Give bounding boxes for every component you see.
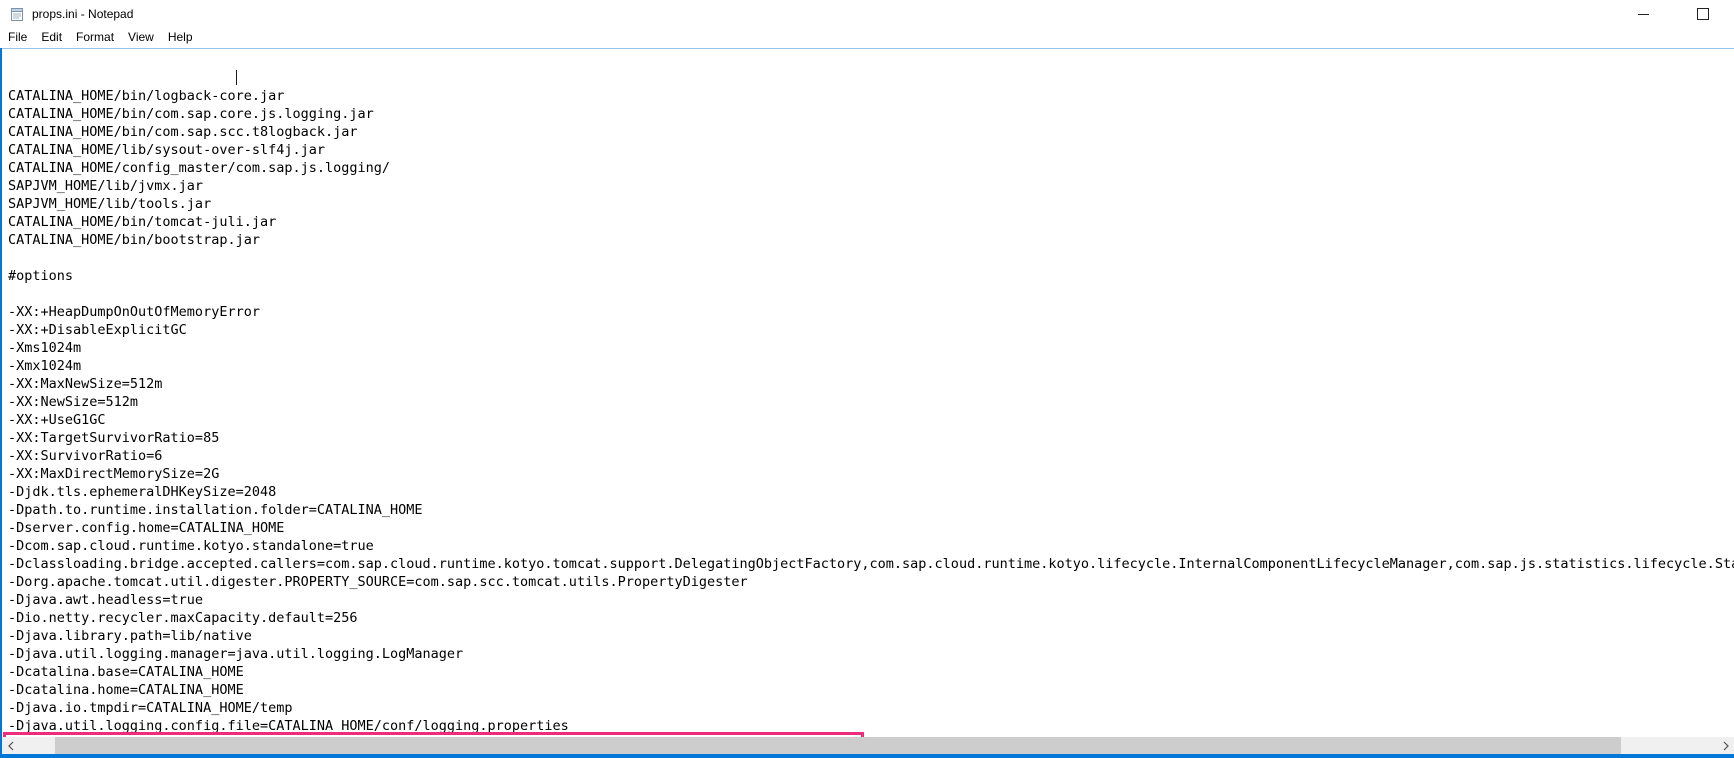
editor-line: -XX:+UseG1GC: [8, 411, 1734, 429]
chevron-right-icon: [1723, 741, 1729, 751]
title-bar: props.ini - Notepad: [0, 0, 1734, 28]
editor-line: -XX:+HeapDumpOnOutOfMemoryError: [8, 303, 1734, 321]
editor-line: CATALINA_HOME/config_master/com.sap.js.l…: [8, 159, 1734, 177]
menu-item-view[interactable]: View: [121, 28, 161, 48]
editor-line: -Dcatalina.base=CATALINA_HOME: [8, 663, 1734, 681]
menu-item-help[interactable]: Help: [161, 28, 200, 48]
editor-line: -Dserver.config.home=CATALINA_HOME: [8, 519, 1734, 537]
editor-line: -Dorg.apache.tomcat.util.digester.PROPER…: [8, 573, 1734, 591]
scrollbar-thumb[interactable]: [55, 737, 1621, 754]
editor-line: -XX:MaxNewSize=512m: [8, 375, 1734, 393]
menu-bar: File Edit Format View Help: [0, 28, 1734, 49]
editor-line: -Djava.io.tmpdir=CATALINA_HOME/temp: [8, 699, 1734, 717]
editor-lines: CATALINA_HOME/bin/logback-core.jarCATALI…: [8, 87, 1734, 737]
text-editor-area[interactable]: CATALINA_HOME/bin/logback-core.jarCATALI…: [2, 49, 1734, 737]
menu-item-edit[interactable]: Edit: [34, 28, 69, 48]
editor-line: CATALINA_HOME/lib/sysout-over-slf4j.jar: [8, 141, 1734, 159]
editor-line: -Djava.util.logging.manager=java.util.lo…: [8, 645, 1734, 663]
editor-line: CATALINA_HOME/bin/bootstrap.jar: [8, 231, 1734, 249]
editor-line: [8, 285, 1734, 303]
maximize-icon: [1697, 8, 1709, 20]
editor-line: -XX:NewSize=512m: [8, 393, 1734, 411]
notepad-icon: [9, 6, 25, 22]
window-left-border: [0, 48, 2, 758]
maximize-button[interactable]: [1680, 0, 1726, 28]
editor-line: -Dcatalina.home=CATALINA_HOME: [8, 681, 1734, 699]
window-title: props.ini - Notepad: [32, 7, 133, 21]
minimize-button[interactable]: [1620, 0, 1666, 28]
editor-line: -XX:TargetSurvivorRatio=85: [8, 429, 1734, 447]
editor-line: CATALINA_HOME/bin/com.sap.core.js.loggin…: [8, 105, 1734, 123]
horizontal-scrollbar[interactable]: [2, 737, 1734, 754]
minimize-icon: [1638, 14, 1649, 15]
editor-line: -Xms1024m: [8, 339, 1734, 357]
menu-item-file[interactable]: File: [1, 28, 34, 48]
chevron-left-icon: [8, 741, 14, 751]
editor-line: CATALINA_HOME/bin/logback-core.jar: [8, 87, 1734, 105]
editor-line: -Djdk.tls.ephemeralDHKeySize=2048: [8, 483, 1734, 501]
editor-line: #options: [8, 267, 1734, 285]
editor-line: -Dclassloading.bridge.accepted.callers=c…: [8, 555, 1734, 573]
scroll-left-button[interactable]: [2, 737, 19, 754]
editor-line: SAPJVM_HOME/lib/tools.jar: [8, 195, 1734, 213]
editor-line: -Dcom.sap.cloud.runtime.kotyo.standalone…: [8, 537, 1734, 555]
editor-line: -Dio.netty.recycler.maxCapacity.default=…: [8, 609, 1734, 627]
editor-line: CATALINA_HOME/bin/tomcat-juli.jar: [8, 213, 1734, 231]
menu-item-format[interactable]: Format: [69, 28, 121, 48]
editor-line: -Djava.library.path=lib/native: [8, 627, 1734, 645]
editor-line: SAPJVM_HOME/lib/jvmx.jar: [8, 177, 1734, 195]
editor-line: -Dpath.to.runtime.installation.folder=CA…: [8, 501, 1734, 519]
editor-line: -XX:+DisableExplicitGC: [8, 321, 1734, 339]
text-caret: [236, 70, 237, 85]
window-bottom-border: [0, 754, 1734, 758]
editor-line: [8, 249, 1734, 267]
editor-line: -XX:MaxDirectMemorySize=2G: [8, 465, 1734, 483]
scroll-right-button[interactable]: [1717, 737, 1734, 754]
editor-line: -Xmx1024m: [8, 357, 1734, 375]
editor-line: -XX:SurvivorRatio=6: [8, 447, 1734, 465]
editor-line: CATALINA_HOME/bin/com.sap.scc.t8logback.…: [8, 123, 1734, 141]
editor-line: -Djava.awt.headless=true: [8, 591, 1734, 609]
